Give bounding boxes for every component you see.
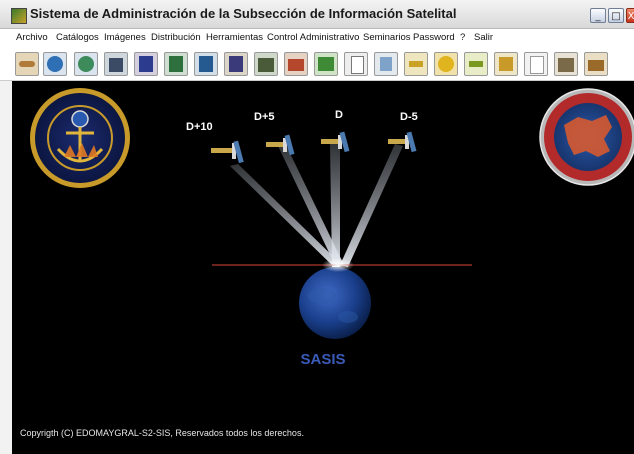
- product-name: SASIS: [300, 351, 346, 368]
- label-d5: D+5: [254, 111, 275, 123]
- edit-icon[interactable]: [494, 52, 518, 76]
- app-icon: [11, 8, 27, 24]
- satellite-edit-icon[interactable]: [464, 52, 488, 76]
- satellite-scene: [30, 88, 634, 339]
- maximize-button[interactable]: □: [608, 8, 624, 23]
- buildings-icon[interactable]: [554, 52, 578, 76]
- naval-intelligence-seal: [30, 88, 130, 188]
- satellite-d10: [211, 140, 244, 164]
- close-button[interactable]: X: [626, 8, 634, 23]
- earth-globe: [299, 267, 371, 339]
- earth-glow: [322, 258, 354, 272]
- menu-help[interactable]: ?: [460, 32, 465, 43]
- building-icon[interactable]: [104, 52, 128, 76]
- window-title: Sistema de Administración de la Subsecci…: [30, 6, 457, 21]
- menu-imagenes[interactable]: Imágenes: [104, 32, 146, 43]
- book-edit-icon[interactable]: [164, 52, 188, 76]
- globe-network-icon[interactable]: [74, 52, 98, 76]
- handshake-icon[interactable]: [15, 52, 39, 76]
- left-border: [0, 81, 12, 454]
- satellite-d5: [266, 134, 295, 156]
- book-search-icon[interactable]: [194, 52, 218, 76]
- label-d10: D+10: [186, 121, 213, 133]
- application-window: Sistema de Administración de la Subsecci…: [0, 0, 634, 454]
- menu-distribucion[interactable]: Distribución: [151, 32, 201, 43]
- satellite-icon[interactable]: [404, 52, 428, 76]
- satellite-d-5: [388, 131, 417, 153]
- menu-catalogos[interactable]: Catálogos: [56, 32, 99, 43]
- beam-d10: [230, 164, 342, 267]
- briefcase-icon[interactable]: [584, 52, 608, 76]
- note-icon[interactable]: [524, 52, 548, 76]
- menu-salir[interactable]: Salir: [474, 32, 493, 43]
- menu-seminarios[interactable]: Seminarios: [363, 32, 411, 43]
- globe-icon[interactable]: [43, 52, 67, 76]
- building-grid-icon[interactable]: [254, 52, 278, 76]
- menu-archivo[interactable]: Archivo: [16, 32, 48, 43]
- label-d: D: [335, 109, 343, 121]
- book-list-icon[interactable]: [224, 52, 248, 76]
- document-copy-icon[interactable]: [374, 52, 398, 76]
- disc-icon[interactable]: [434, 52, 458, 76]
- minimize-button[interactable]: _: [590, 8, 606, 23]
- book-icon[interactable]: [134, 52, 158, 76]
- menu-herramientas[interactable]: Herramientas: [206, 32, 263, 43]
- menu-control-administrativo[interactable]: Control Administrativo: [267, 32, 359, 43]
- main-panel: D+10 D+5 D D-5 SASIS Copyrigth (C) EDOMA…: [12, 81, 634, 454]
- copyright-text: Copyrigth (C) EDOMAYGRAL-S2-SIS, Reserva…: [20, 428, 304, 438]
- title-bar: Sistema de Administración de la Subsecci…: [0, 0, 634, 29]
- map-icon[interactable]: [314, 52, 338, 76]
- label-d-5: D-5: [400, 111, 418, 123]
- folder-icon[interactable]: [284, 52, 308, 76]
- beam-d-5: [340, 144, 403, 267]
- satellite-section-seal: [539, 88, 634, 186]
- menu-bar: Archivo Catálogos Imágenes Distribución …: [0, 29, 634, 47]
- toolbar: [0, 48, 634, 81]
- document-icon[interactable]: [344, 52, 368, 76]
- menu-password[interactable]: Password: [413, 32, 455, 43]
